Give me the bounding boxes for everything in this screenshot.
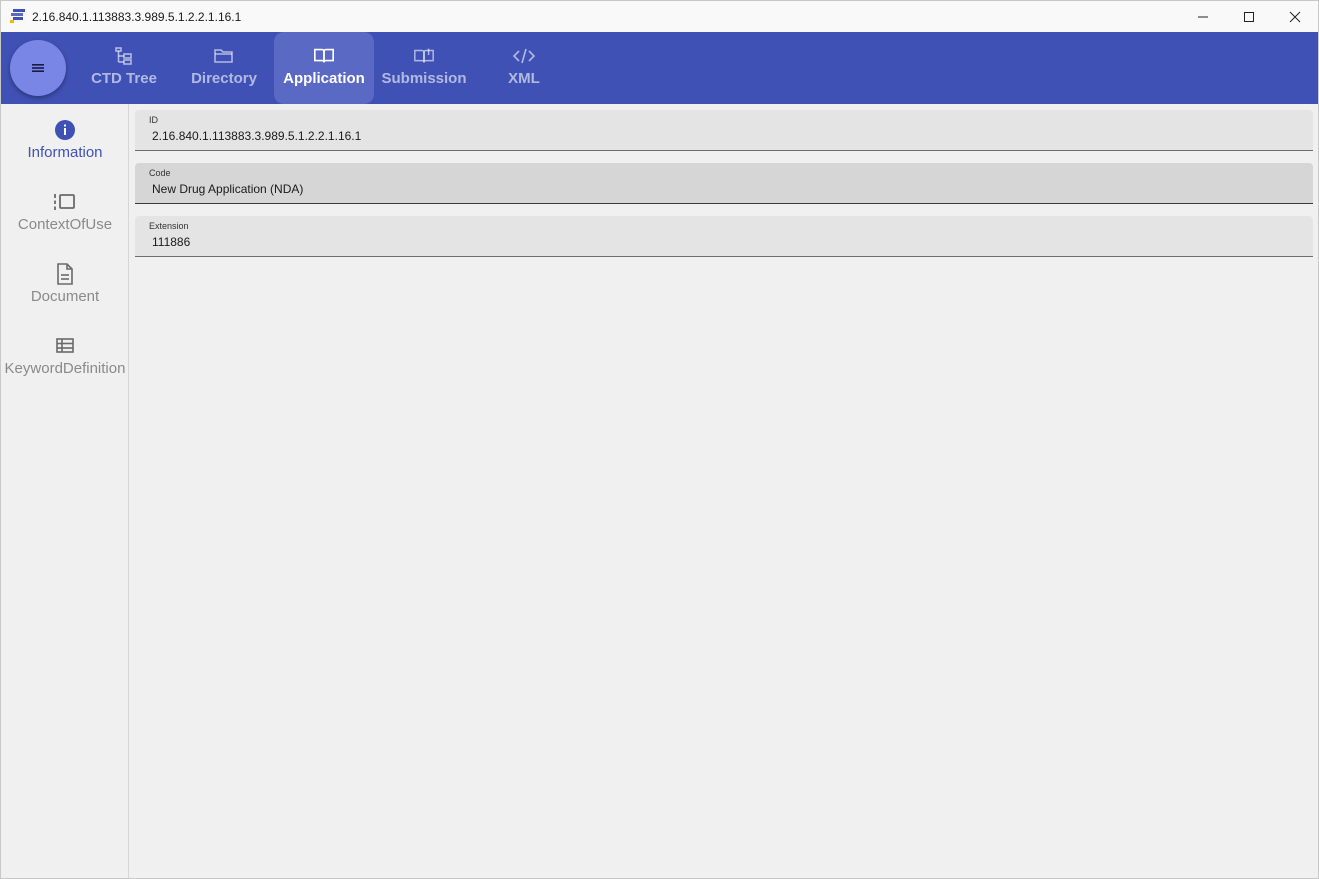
code-field-label: Code <box>149 168 171 178</box>
document-icon <box>57 263 73 285</box>
id-field-value[interactable]: 2.16.840.1.113883.3.989.5.1.2.2.1.16.1 <box>152 129 361 143</box>
close-button[interactable] <box>1272 1 1318 32</box>
rail-item-context-of-use[interactable]: ContextOfUse <box>1 190 129 250</box>
tab-label: XML <box>508 70 540 87</box>
id-field-label: ID <box>149 115 158 125</box>
extension-field[interactable]: Extension 111886 <box>135 216 1313 257</box>
app-window: 2.16.840.1.113883.3.989.5.1.2.2.1.16.1 C… <box>0 0 1319 879</box>
top-navigation: CTD Tree Directory Application Submissio… <box>1 32 1318 104</box>
rail-item-keyword-definition[interactable]: KeywordDefinition <box>1 334 129 394</box>
table-icon <box>56 338 74 353</box>
hamburger-icon <box>32 64 44 72</box>
minimize-icon <box>1198 16 1208 17</box>
book-open-icon <box>314 48 334 63</box>
rail-item-document[interactable]: Document <box>1 262 129 322</box>
rail-item-label: Information <box>27 144 103 161</box>
extension-field-value[interactable]: 111886 <box>152 235 190 249</box>
maximize-button[interactable] <box>1226 1 1272 32</box>
tab-directory[interactable]: Directory <box>174 32 274 104</box>
window-title: 2.16.840.1.113883.3.989.5.1.2.2.1.16.1 <box>32 10 242 24</box>
tree-icon <box>115 47 132 65</box>
tab-submission[interactable]: Submission <box>374 32 474 104</box>
tab-application[interactable]: Application <box>274 32 374 104</box>
code-field[interactable]: Code New Drug Application (NDA) <box>135 163 1313 204</box>
tab-label: Submission <box>381 70 467 87</box>
title-bar: 2.16.840.1.113883.3.989.5.1.2.2.1.16.1 <box>1 1 1318 32</box>
app-logo-icon <box>10 9 25 23</box>
maximize-icon <box>1244 11 1254 22</box>
side-navigation: Information ContextOfUse Document Keywor… <box>1 104 129 878</box>
tab-xml[interactable]: XML <box>474 32 574 104</box>
id-field[interactable]: ID 2.16.840.1.113883.3.989.5.1.2.2.1.16.… <box>135 110 1313 151</box>
close-icon <box>1289 11 1301 22</box>
tab-label: Directory <box>191 70 257 87</box>
minimize-button[interactable] <box>1180 1 1226 32</box>
code-icon <box>513 48 535 64</box>
code-field-value[interactable]: New Drug Application (NDA) <box>152 182 303 196</box>
menu-button[interactable] <box>10 40 66 96</box>
extension-field-label: Extension <box>149 221 189 231</box>
tab-label: Application <box>283 70 365 87</box>
context-icon <box>54 194 75 210</box>
rail-item-label: KeywordDefinition <box>4 360 126 377</box>
rail-item-label: ContextOfUse <box>17 216 113 233</box>
rail-item-information[interactable]: Information <box>1 118 129 178</box>
info-icon <box>55 120 75 140</box>
tab-ctd-tree[interactable]: CTD Tree <box>74 32 174 104</box>
folder-icon <box>214 49 233 63</box>
tab-label: CTD Tree <box>91 70 157 87</box>
rail-item-label: Document <box>30 288 100 305</box>
book-icon <box>414 48 434 63</box>
